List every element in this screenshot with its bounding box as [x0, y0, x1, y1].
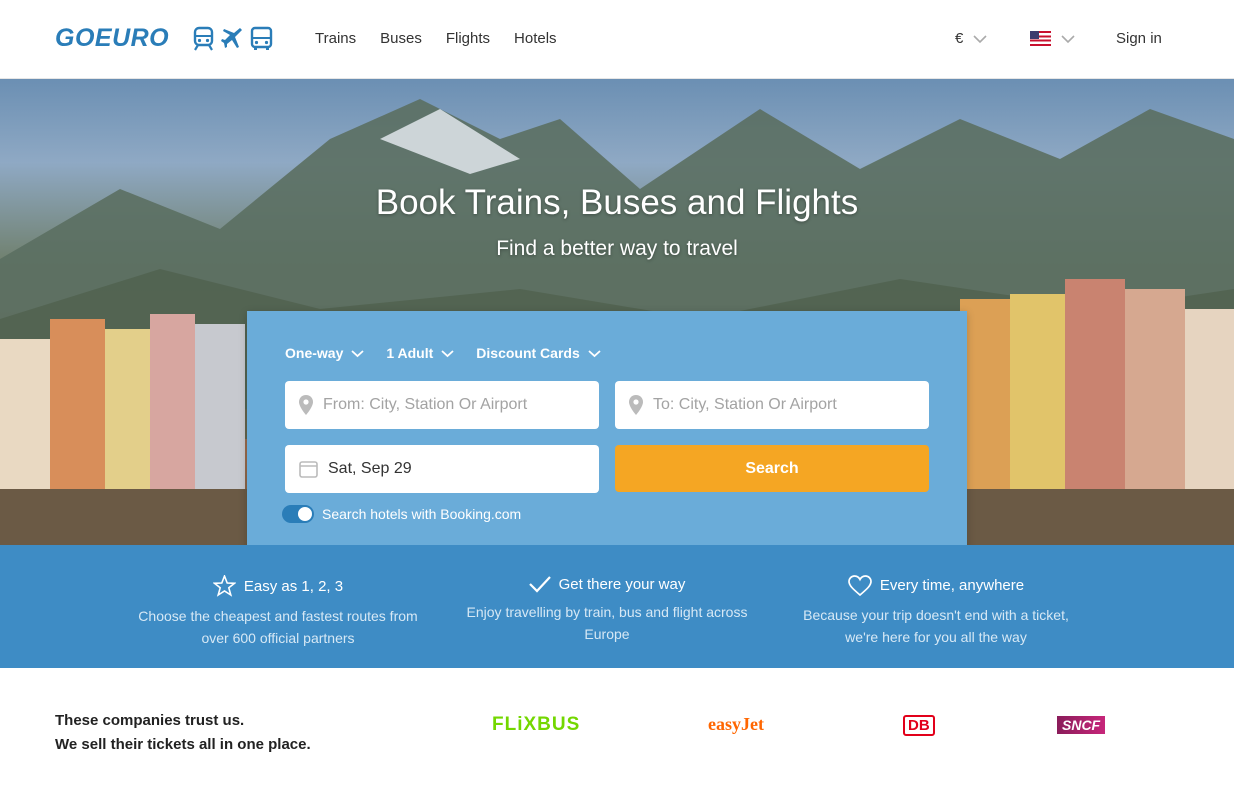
to-input[interactable]: To: City, Station Or Airport: [615, 381, 929, 429]
chevron-down-icon: [441, 349, 454, 357]
chevron-down-icon: [1061, 34, 1075, 43]
feature-easy: Easy as 1, 2, 3 Choose the cheapest and …: [118, 575, 438, 649]
trip-type-dropdown[interactable]: One-way: [285, 345, 364, 361]
feature-title: Easy as 1, 2, 3: [243, 577, 344, 595]
flixbus-logo: FLiXBUS: [492, 714, 581, 735]
main-nav: Trains Buses Flights Hotels: [315, 30, 557, 47]
features-band: Easy as 1, 2, 3 Choose the cheapest and …: [0, 545, 1234, 668]
feature-desc-line: over 600 official partners: [201, 630, 355, 646]
db-logo: DB: [903, 715, 935, 736]
hotels-toggle[interactable]: [282, 505, 314, 523]
discount-cards-label: Discount Cards: [476, 345, 580, 361]
check-icon: [528, 576, 551, 593]
hero-title: Book Trains, Buses and Flights: [375, 183, 859, 222]
from-placeholder: From: City, Station Or Airport: [323, 396, 528, 413]
feature-desc-line: we're here for you all the way: [845, 629, 1027, 645]
passengers-label: 1 Adult: [386, 345, 434, 361]
transport-icons: [192, 26, 273, 52]
plane-icon: [221, 26, 244, 52]
chevron-down-icon: [973, 34, 987, 43]
trip-type-label: One-way: [285, 345, 344, 361]
language-selector[interactable]: [1030, 31, 1075, 46]
search-options: One-way 1 Adult Discount Cards: [285, 345, 601, 361]
nav-flights[interactable]: Flights: [446, 30, 490, 47]
easyjet-logo: easyJet: [708, 714, 764, 734]
star-icon: [212, 575, 236, 597]
feature-desc-line: Because your trip doesn't end with a tic…: [803, 607, 1069, 623]
currency-selector[interactable]: €: [955, 30, 987, 47]
currency-value: €: [955, 30, 964, 47]
search-button[interactable]: Search: [615, 445, 929, 492]
nav-buses[interactable]: Buses: [380, 30, 422, 47]
date-picker[interactable]: Sat, Sep 29: [285, 445, 599, 493]
location-pin-icon: [629, 395, 643, 415]
bus-icon: [250, 26, 273, 52]
us-flag-icon: [1030, 31, 1051, 46]
partners-line: These companies trust us.: [55, 712, 245, 729]
calendar-icon: [299, 461, 318, 478]
feature-desc-line: Enjoy travelling by train, bus and fligh…: [466, 604, 748, 620]
passengers-dropdown[interactable]: 1 Adult: [386, 345, 454, 361]
chevron-down-icon: [351, 349, 364, 357]
location-pin-icon: [299, 395, 313, 415]
date-value: Sat, Sep 29: [328, 460, 412, 477]
to-placeholder: To: City, Station Or Airport: [653, 396, 837, 413]
heart-icon: [848, 575, 872, 596]
discount-cards-dropdown[interactable]: Discount Cards: [476, 345, 601, 361]
hero-subtitle: Find a better way to travel: [496, 237, 738, 260]
feature-anywhere: Every time, anywhere Because your trip d…: [776, 575, 1096, 648]
sign-in-link[interactable]: Sign in: [1116, 30, 1162, 47]
nav-trains[interactable]: Trains: [315, 30, 356, 47]
chevron-down-icon: [588, 349, 601, 357]
feature-title: Every time, anywhere: [879, 577, 1025, 594]
site-header: GOEURO Trains Buses Flights Hotels € Sig…: [0, 0, 1234, 79]
feature-title: Get there your way: [558, 575, 686, 593]
search-card: One-way 1 Adult Discount Cards From: Cit…: [247, 311, 967, 559]
partners-heading: These companies trust us. We sell their …: [55, 709, 311, 757]
feature-desc-line: Europe: [584, 626, 630, 642]
from-input[interactable]: From: City, Station Or Airport: [285, 381, 599, 429]
sncf-logo: SNCF: [1057, 716, 1106, 734]
goeuro-logo[interactable]: GOEURO: [55, 24, 169, 53]
hotels-toggle-row: Search hotels with Booking.com: [282, 505, 521, 523]
feature-desc-line: Choose the cheapest and fastest routes f…: [138, 608, 418, 624]
feature-your-way: Get there your way Enjoy travelling by t…: [447, 575, 767, 645]
nav-hotels[interactable]: Hotels: [514, 30, 557, 47]
hotels-toggle-label: Search hotels with Booking.com: [322, 506, 522, 522]
train-icon: [192, 26, 215, 52]
partners-line: We sell their tickets all in one place.: [55, 736, 311, 753]
